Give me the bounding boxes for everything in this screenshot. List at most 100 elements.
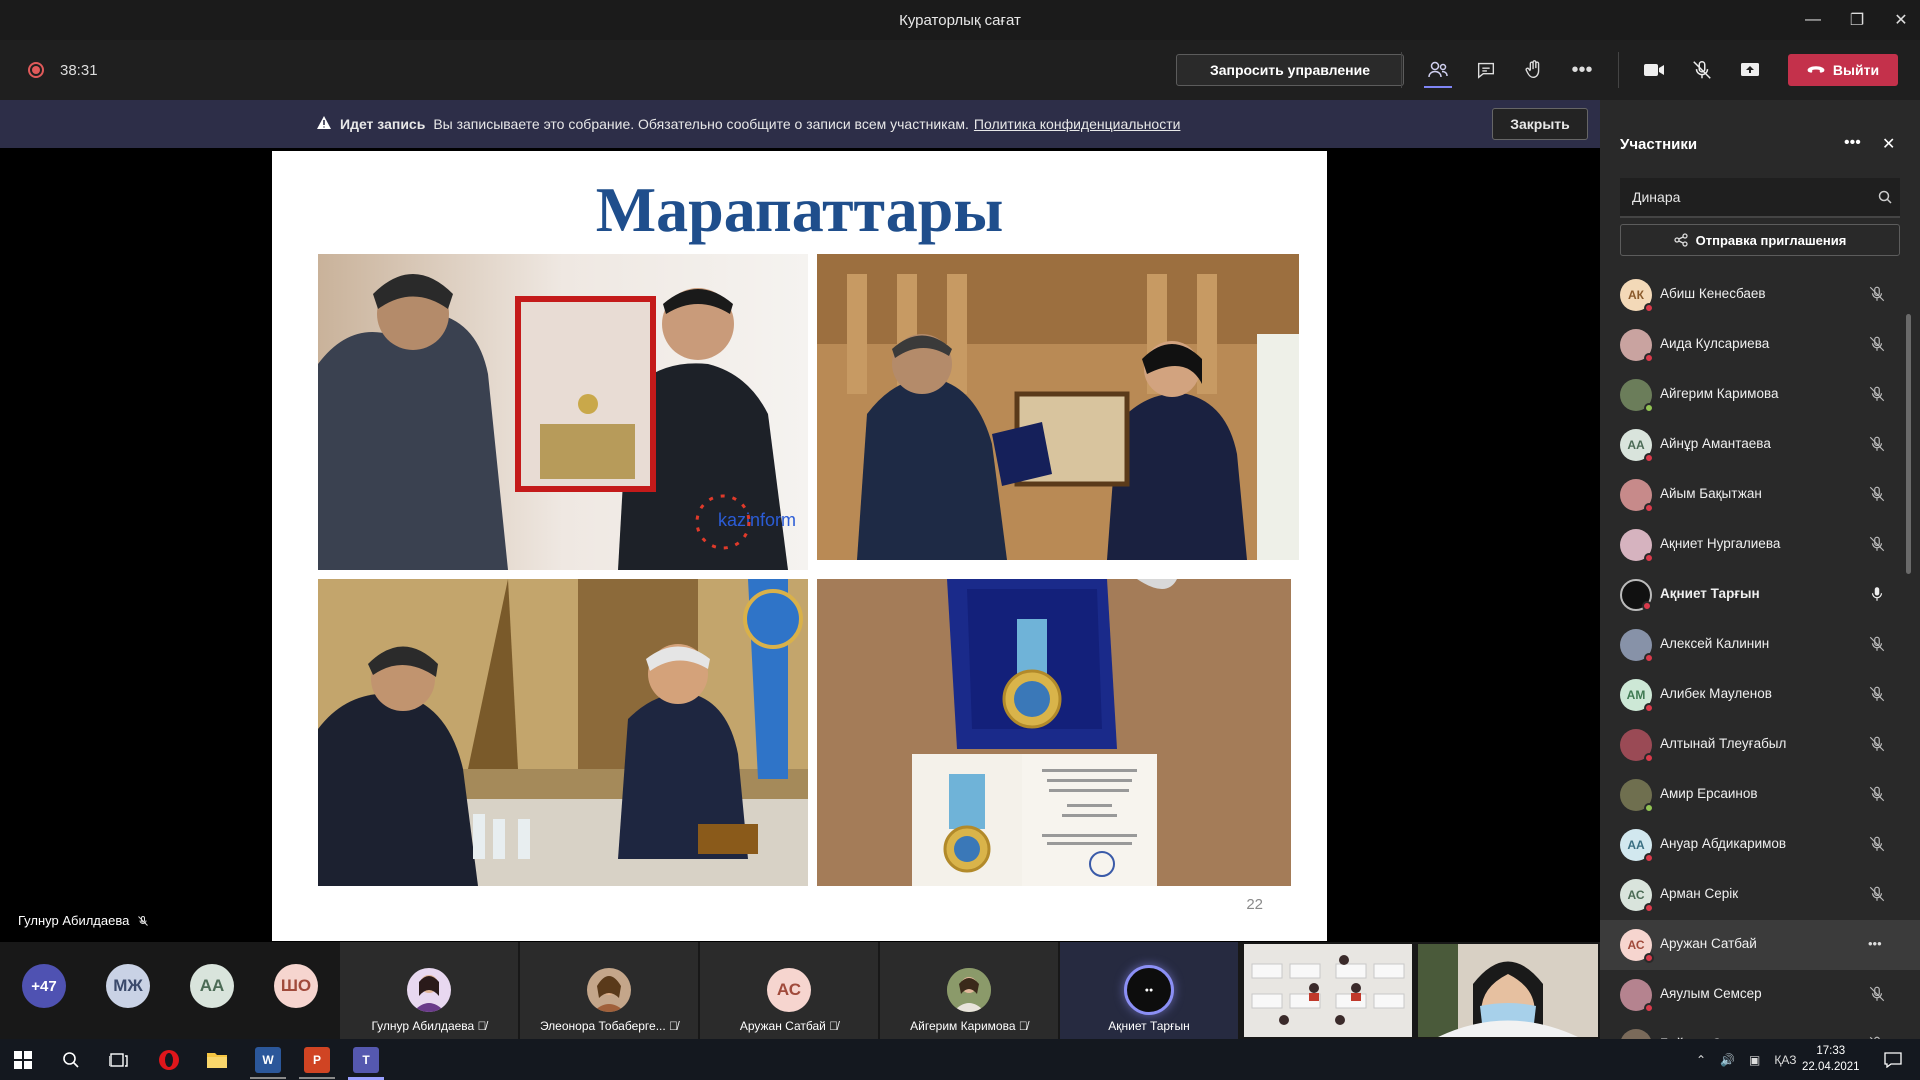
participant-row[interactable]: Алтынай Тлеуғабыл: [1600, 720, 1920, 770]
participant-name: Амир Ерсаинов: [1660, 786, 1758, 801]
award-photo-2: [817, 254, 1299, 560]
powerpoint-app-icon[interactable]: P: [304, 1047, 330, 1073]
participant-row[interactable]: Ақниет Тарғын: [1600, 570, 1920, 620]
participant-tile[interactable]: АС Аружан Сатбай 🎙̸: [700, 942, 878, 1039]
strip-avatar[interactable]: ШО: [274, 964, 318, 1008]
participant-name: Алексей Калинин: [1660, 636, 1770, 651]
request-control-button[interactable]: Запросить управление: [1176, 54, 1404, 86]
avatar-initials: АС: [1627, 888, 1645, 902]
participant-search-input[interactable]: Динара: [1620, 178, 1900, 218]
more-options-icon[interactable]: •••: [1568, 56, 1596, 84]
participant-name: Аружан Сатбай: [1660, 936, 1757, 951]
close-window-icon[interactable]: ✕: [1892, 11, 1910, 29]
close-banner-button[interactable]: Закрыть: [1492, 108, 1588, 140]
participants-icon[interactable]: [1424, 56, 1452, 84]
participants-panel: Участники ••• ✕ Динара Отправка приглаше…: [1600, 100, 1920, 1042]
participant-row[interactable]: Аида Кулсариева: [1600, 320, 1920, 370]
presence-status-icon: [1644, 803, 1654, 813]
notifications-icon[interactable]: [1880, 1047, 1906, 1073]
tile-name: Аружан Сатбай 🎙̸: [739, 1019, 839, 1033]
participant-row[interactable]: Аяулым Семсер: [1600, 970, 1920, 1020]
leave-button[interactable]: Выйти: [1788, 54, 1898, 86]
participant-row[interactable]: Алексей Калинин: [1600, 620, 1920, 670]
search-icon[interactable]: [58, 1047, 84, 1073]
participant-tile[interactable]: Элеонора Тобаберге... 🎙̸: [520, 942, 698, 1039]
participant-avatar: [1620, 529, 1654, 563]
window-title: Кураторлық сағат: [899, 11, 1021, 29]
participant-row[interactable]: АМ Алибек Мауленов: [1600, 670, 1920, 720]
microphone-muted-icon: [1868, 635, 1888, 655]
microphone-muted-icon: [1868, 735, 1888, 755]
participant-avatar: [1620, 579, 1652, 611]
privacy-policy-link[interactable]: Политика конфиденциальности: [974, 116, 1181, 132]
presenter-label: Гулнур Абилдаева: [18, 913, 149, 928]
participant-row[interactable]: АА Айнұр Амантаева: [1600, 420, 1920, 470]
avatar-logo: ●●: [1144, 986, 1154, 994]
tile-name: Айгерим Каримова 🎙̸: [910, 1019, 1028, 1033]
tile-name: Элеонора Тобаберге... 🎙̸: [539, 1019, 679, 1033]
participant-row[interactable]: АС Арман Серік: [1600, 870, 1920, 920]
microphone-muted-icon[interactable]: [1688, 56, 1716, 84]
presence-status-icon: [1644, 553, 1654, 563]
participant-list-scrollbar[interactable]: [1906, 314, 1911, 574]
raise-hand-icon[interactable]: [1520, 56, 1548, 84]
network-icon[interactable]: ▣: [1749, 1053, 1760, 1067]
strip-avatar[interactable]: АА: [190, 964, 234, 1008]
participants-active-indicator: [1424, 86, 1452, 88]
avatar: [407, 968, 451, 1012]
task-view-icon[interactable]: [106, 1047, 132, 1073]
participant-row[interactable]: АА Ануар Абдикаримов: [1600, 820, 1920, 870]
participant-tile[interactable]: Айгерим Каримова 🎙̸: [880, 942, 1058, 1039]
participant-avatar: [1620, 979, 1654, 1013]
microphone-on-icon: [1868, 585, 1888, 605]
strip-avatar[interactable]: МЖ: [106, 964, 150, 1008]
panel-close-icon[interactable]: ✕: [1882, 134, 1895, 154]
panel-more-icon[interactable]: •••: [1844, 134, 1861, 152]
participant-tile[interactable]: Гулнур Абилдаева 🎙̸: [340, 942, 518, 1039]
warning-icon: [316, 115, 332, 133]
word-app-icon[interactable]: W: [255, 1047, 281, 1073]
file-explorer-icon[interactable]: [204, 1047, 230, 1073]
toolbar-divider: [1618, 52, 1619, 88]
shared-content-stage: Марапаттары kazinform 22 Гулнур Абилдаев…: [0, 148, 1600, 942]
microphone-muted-icon: [1868, 685, 1888, 705]
microphone-muted-icon: [1868, 385, 1888, 405]
presence-status-icon: [1644, 853, 1654, 863]
chat-icon[interactable]: [1472, 56, 1500, 84]
participant-row[interactable]: Амир Ерсаинов: [1600, 770, 1920, 820]
camera-icon[interactable]: [1640, 56, 1668, 84]
microphone-muted-icon: [1868, 335, 1888, 355]
opera-browser-icon[interactable]: [156, 1047, 182, 1073]
award-photo-1: kazinform: [318, 254, 808, 570]
video-tile-student[interactable]: [1418, 944, 1598, 1037]
restore-icon[interactable]: ❐: [1848, 11, 1866, 29]
tile-name: Гулнур Абилдаева 🎙̸: [371, 1019, 487, 1033]
participant-row[interactable]: Айгерим Каримова: [1600, 370, 1920, 420]
avatar-initials: АМ: [1626, 688, 1646, 702]
overflow-participants-button[interactable]: +47: [22, 964, 66, 1008]
tray-chevron-icon[interactable]: ⌃: [1696, 1053, 1706, 1067]
teams-app-icon[interactable]: T: [353, 1047, 379, 1073]
volume-icon[interactable]: 🔊: [1720, 1053, 1735, 1067]
mic-muted-icon: 🎙̸: [477, 1019, 487, 1033]
search-icon[interactable]: [1878, 190, 1892, 207]
award-photo-3: [318, 579, 808, 886]
participant-row[interactable]: Айым Бақытжан: [1600, 470, 1920, 520]
participant-more-icon[interactable]: •••: [1868, 935, 1888, 955]
send-invite-button[interactable]: Отправка приглашения: [1620, 224, 1900, 256]
system-tray: ⌃ 🔊 ▣ ҚАЗ: [1696, 1039, 1796, 1080]
windows-start-icon[interactable]: [10, 1047, 36, 1073]
participant-name: Айнұр Амантаева: [1660, 436, 1771, 451]
participant-row[interactable]: АК Абиш Кенесбаев: [1600, 270, 1920, 320]
taskbar-clock[interactable]: 17:33 22.04.2021: [1802, 1043, 1860, 1075]
participant-row[interactable]: АС Аружан Сатбай •••: [1600, 920, 1920, 970]
participant-row[interactable]: Ақниет Нургалиева: [1600, 520, 1920, 570]
minimize-icon[interactable]: —: [1804, 11, 1822, 29]
input-language[interactable]: ҚАЗ: [1774, 1053, 1796, 1067]
share-screen-icon[interactable]: [1736, 56, 1764, 84]
participant-tile-speaking[interactable]: ●● Ақниет Тарғын: [1060, 942, 1238, 1039]
presence-status-icon: [1644, 953, 1654, 963]
video-tile-classroom[interactable]: [1244, 944, 1412, 1037]
participant-avatar: АА: [1620, 429, 1654, 463]
presenter-name: Гулнур Абилдаева: [18, 913, 130, 928]
